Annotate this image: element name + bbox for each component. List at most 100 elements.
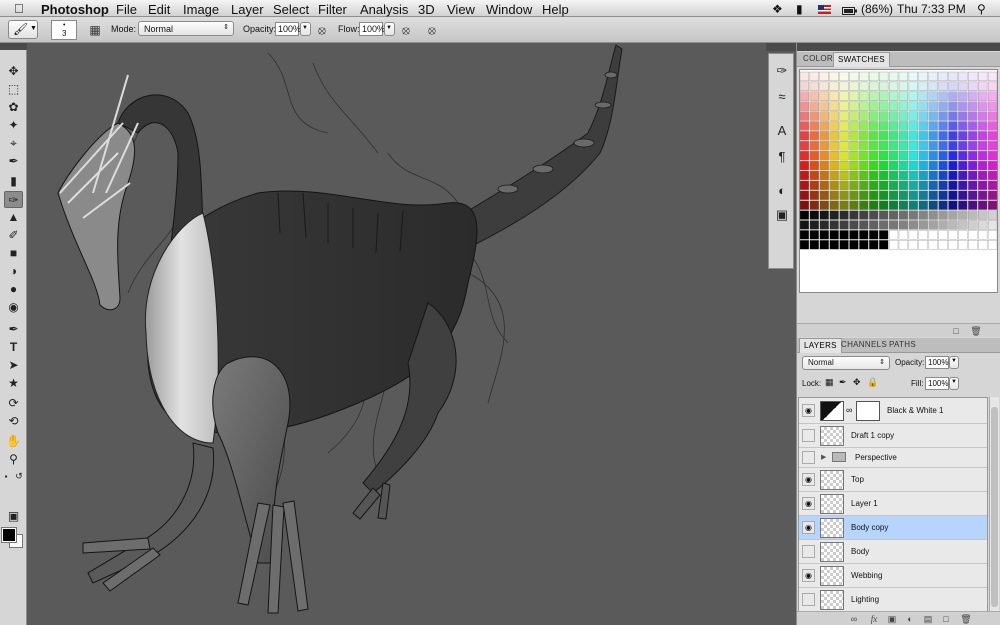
- tool-preset-picker[interactable]: 🖌 ▼: [8, 20, 38, 39]
- clock[interactable]: Thu 7:33 PM: [897, 2, 966, 16]
- dodge-tool-icon[interactable]: ◉: [4, 299, 23, 316]
- layer-mask-thumbnail[interactable]: [856, 401, 880, 421]
- menu-window[interactable]: Window: [486, 2, 532, 17]
- app-menu[interactable]: Photoshop: [41, 2, 109, 17]
- brush-panel-toggle-icon[interactable]: ▦: [86, 21, 104, 39]
- 3d-orbit-tool-icon[interactable]: ⟲: [4, 413, 23, 430]
- pressure-opacity-icon[interactable]: ⦻: [313, 21, 331, 39]
- masks-panel-icon[interactable]: ▣: [772, 206, 792, 224]
- menu-view[interactable]: View: [447, 2, 475, 17]
- tab-paths[interactable]: PATHS: [885, 338, 920, 353]
- layer-row[interactable]: Lighting: [799, 588, 987, 612]
- new-group-icon[interactable]: ▤: [921, 613, 935, 625]
- layer-row[interactable]: ◉ ∞ Black & White 1: [799, 398, 987, 424]
- layer-visibility-toggle[interactable]: [802, 545, 815, 558]
- lasso-tool-icon[interactable]: ✿: [4, 99, 23, 116]
- mode-select[interactable]: Normal ⇕: [138, 21, 234, 36]
- menu-layer[interactable]: Layer: [231, 2, 264, 17]
- lock-position-icon[interactable]: ✥: [853, 377, 861, 388]
- signal-icon[interactable]: ▮: [796, 2, 803, 16]
- dock-grip[interactable]: [766, 43, 796, 51]
- layer-visibility-toggle[interactable]: ◉: [802, 497, 815, 510]
- swatches-grid[interactable]: [799, 69, 998, 293]
- brush-size-picker[interactable]: • 3: [51, 20, 77, 40]
- flow-dropdown[interactable]: ▼: [384, 22, 395, 36]
- layer-thumbnail[interactable]: [820, 426, 844, 446]
- layers-scrollbar-thumb[interactable]: [991, 407, 998, 607]
- airbrush-icon[interactable]: ⦻: [397, 21, 415, 39]
- lock-all-icon[interactable]: 🔒: [867, 377, 878, 388]
- swap-colors-icon[interactable]: ↺: [13, 468, 25, 485]
- paint-bucket-tool-icon[interactable]: ◑: [4, 263, 23, 280]
- history-brush-tool-icon[interactable]: ✐: [4, 227, 23, 244]
- delete-layer-icon[interactable]: 🗑: [959, 613, 973, 625]
- lock-pixels-icon[interactable]: ✒: [839, 377, 847, 388]
- link-layers-icon[interactable]: ∞: [847, 613, 861, 625]
- blur-tool-icon[interactable]: ●: [4, 281, 23, 298]
- layer-row[interactable]: Draft 1 copy: [799, 424, 987, 448]
- 3d-rotate-tool-icon[interactable]: ⟳: [4, 395, 23, 412]
- tab-layers[interactable]: LAYERS: [799, 338, 842, 353]
- move-tool-icon[interactable]: ✥: [4, 63, 23, 80]
- path-selection-tool-icon[interactable]: ➤: [4, 357, 23, 374]
- foreground-color-swatch[interactable]: [1, 527, 17, 543]
- eraser-tool-icon[interactable]: ■: [4, 245, 23, 262]
- layer-thumbnail[interactable]: [820, 590, 844, 610]
- fill-input[interactable]: 100%: [925, 377, 949, 390]
- brush-tool-icon[interactable]: ✑: [4, 191, 23, 208]
- menu-filter[interactable]: Filter: [318, 2, 347, 17]
- tab-channels[interactable]: CHANNELS: [837, 338, 891, 353]
- layer-row[interactable]: ◉ Webbing: [799, 564, 987, 588]
- menu-3d[interactable]: 3D: [418, 2, 435, 17]
- group-expand-arrow-icon[interactable]: ▶: [821, 453, 826, 461]
- crop-tool-icon[interactable]: ⌖: [4, 135, 23, 152]
- adjustments-panel-icon[interactable]: ◐: [772, 182, 792, 200]
- character-panel-icon[interactable]: A: [772, 122, 792, 140]
- paragraph-panel-icon[interactable]: ¶: [772, 148, 792, 166]
- shape-tool-icon[interactable]: ★: [4, 375, 23, 392]
- delete-swatch-icon[interactable]: 🗑: [969, 325, 983, 337]
- type-tool-icon[interactable]: T: [4, 339, 23, 356]
- clone-stamp-tool-icon[interactable]: ▲: [4, 209, 23, 226]
- menu-file[interactable]: File: [116, 2, 137, 17]
- zoom-tool-icon[interactable]: ⚲: [4, 451, 23, 468]
- layer-opacity-input[interactable]: 100%: [925, 356, 949, 369]
- layer-thumbnail[interactable]: [820, 518, 844, 538]
- right-panels-grip[interactable]: [797, 43, 1000, 51]
- layer-mask-icon[interactable]: ▣: [885, 613, 899, 625]
- menu-analysis[interactable]: Analysis: [360, 2, 408, 17]
- tab-swatches[interactable]: SWATCHES: [833, 52, 890, 67]
- flow-input[interactable]: 100%: [359, 22, 385, 36]
- layer-visibility-toggle[interactable]: ◉: [802, 473, 815, 486]
- menu-edit[interactable]: Edit: [148, 2, 170, 17]
- battery-percent[interactable]: (86%): [861, 2, 893, 16]
- healing-brush-tool-icon[interactable]: ▮: [4, 173, 23, 190]
- layers-scrollbar[interactable]: [989, 397, 999, 623]
- pressure-size-icon[interactable]: ⦻: [423, 21, 441, 39]
- layer-row[interactable]: ◉ Body copy: [799, 516, 987, 540]
- apple-menu-icon[interactable]: : [14, 1, 24, 16]
- blend-mode-select[interactable]: Normal ⇕: [802, 356, 890, 370]
- spotlight-search-icon[interactable]: ⚲: [977, 2, 986, 16]
- tab-color[interactable]: COLOR: [799, 52, 837, 67]
- layer-visibility-toggle[interactable]: ◉: [802, 569, 815, 582]
- marquee-tool-icon[interactable]: ⬚: [4, 81, 23, 98]
- opacity-dropdown[interactable]: ▼: [300, 22, 311, 36]
- layer-thumbnail[interactable]: [820, 566, 844, 586]
- opacity-input[interactable]: 100%: [275, 22, 301, 36]
- brush-presets-icon[interactable]: ✑: [772, 62, 792, 80]
- layer-visibility-toggle[interactable]: ◉: [802, 404, 815, 417]
- battery-icon[interactable]: [842, 4, 857, 18]
- layer-visibility-toggle[interactable]: ◉: [802, 521, 815, 534]
- layer-row[interactable]: ◉ Top: [799, 468, 987, 492]
- new-swatch-icon[interactable]: □: [949, 325, 963, 337]
- eyedropper-tool-icon[interactable]: ✒: [4, 153, 23, 170]
- document-canvas[interactable]: [28, 43, 766, 625]
- layer-visibility-toggle[interactable]: [802, 593, 815, 606]
- layer-thumbnail[interactable]: [820, 470, 844, 490]
- layer-visibility-toggle[interactable]: [802, 429, 815, 442]
- tools-panel-grip[interactable]: [0, 43, 27, 50]
- layer-opacity-dropdown[interactable]: ▼: [949, 356, 959, 369]
- flag-icon[interactable]: [818, 3, 831, 17]
- lock-transparency-icon[interactable]: ▦: [825, 377, 834, 388]
